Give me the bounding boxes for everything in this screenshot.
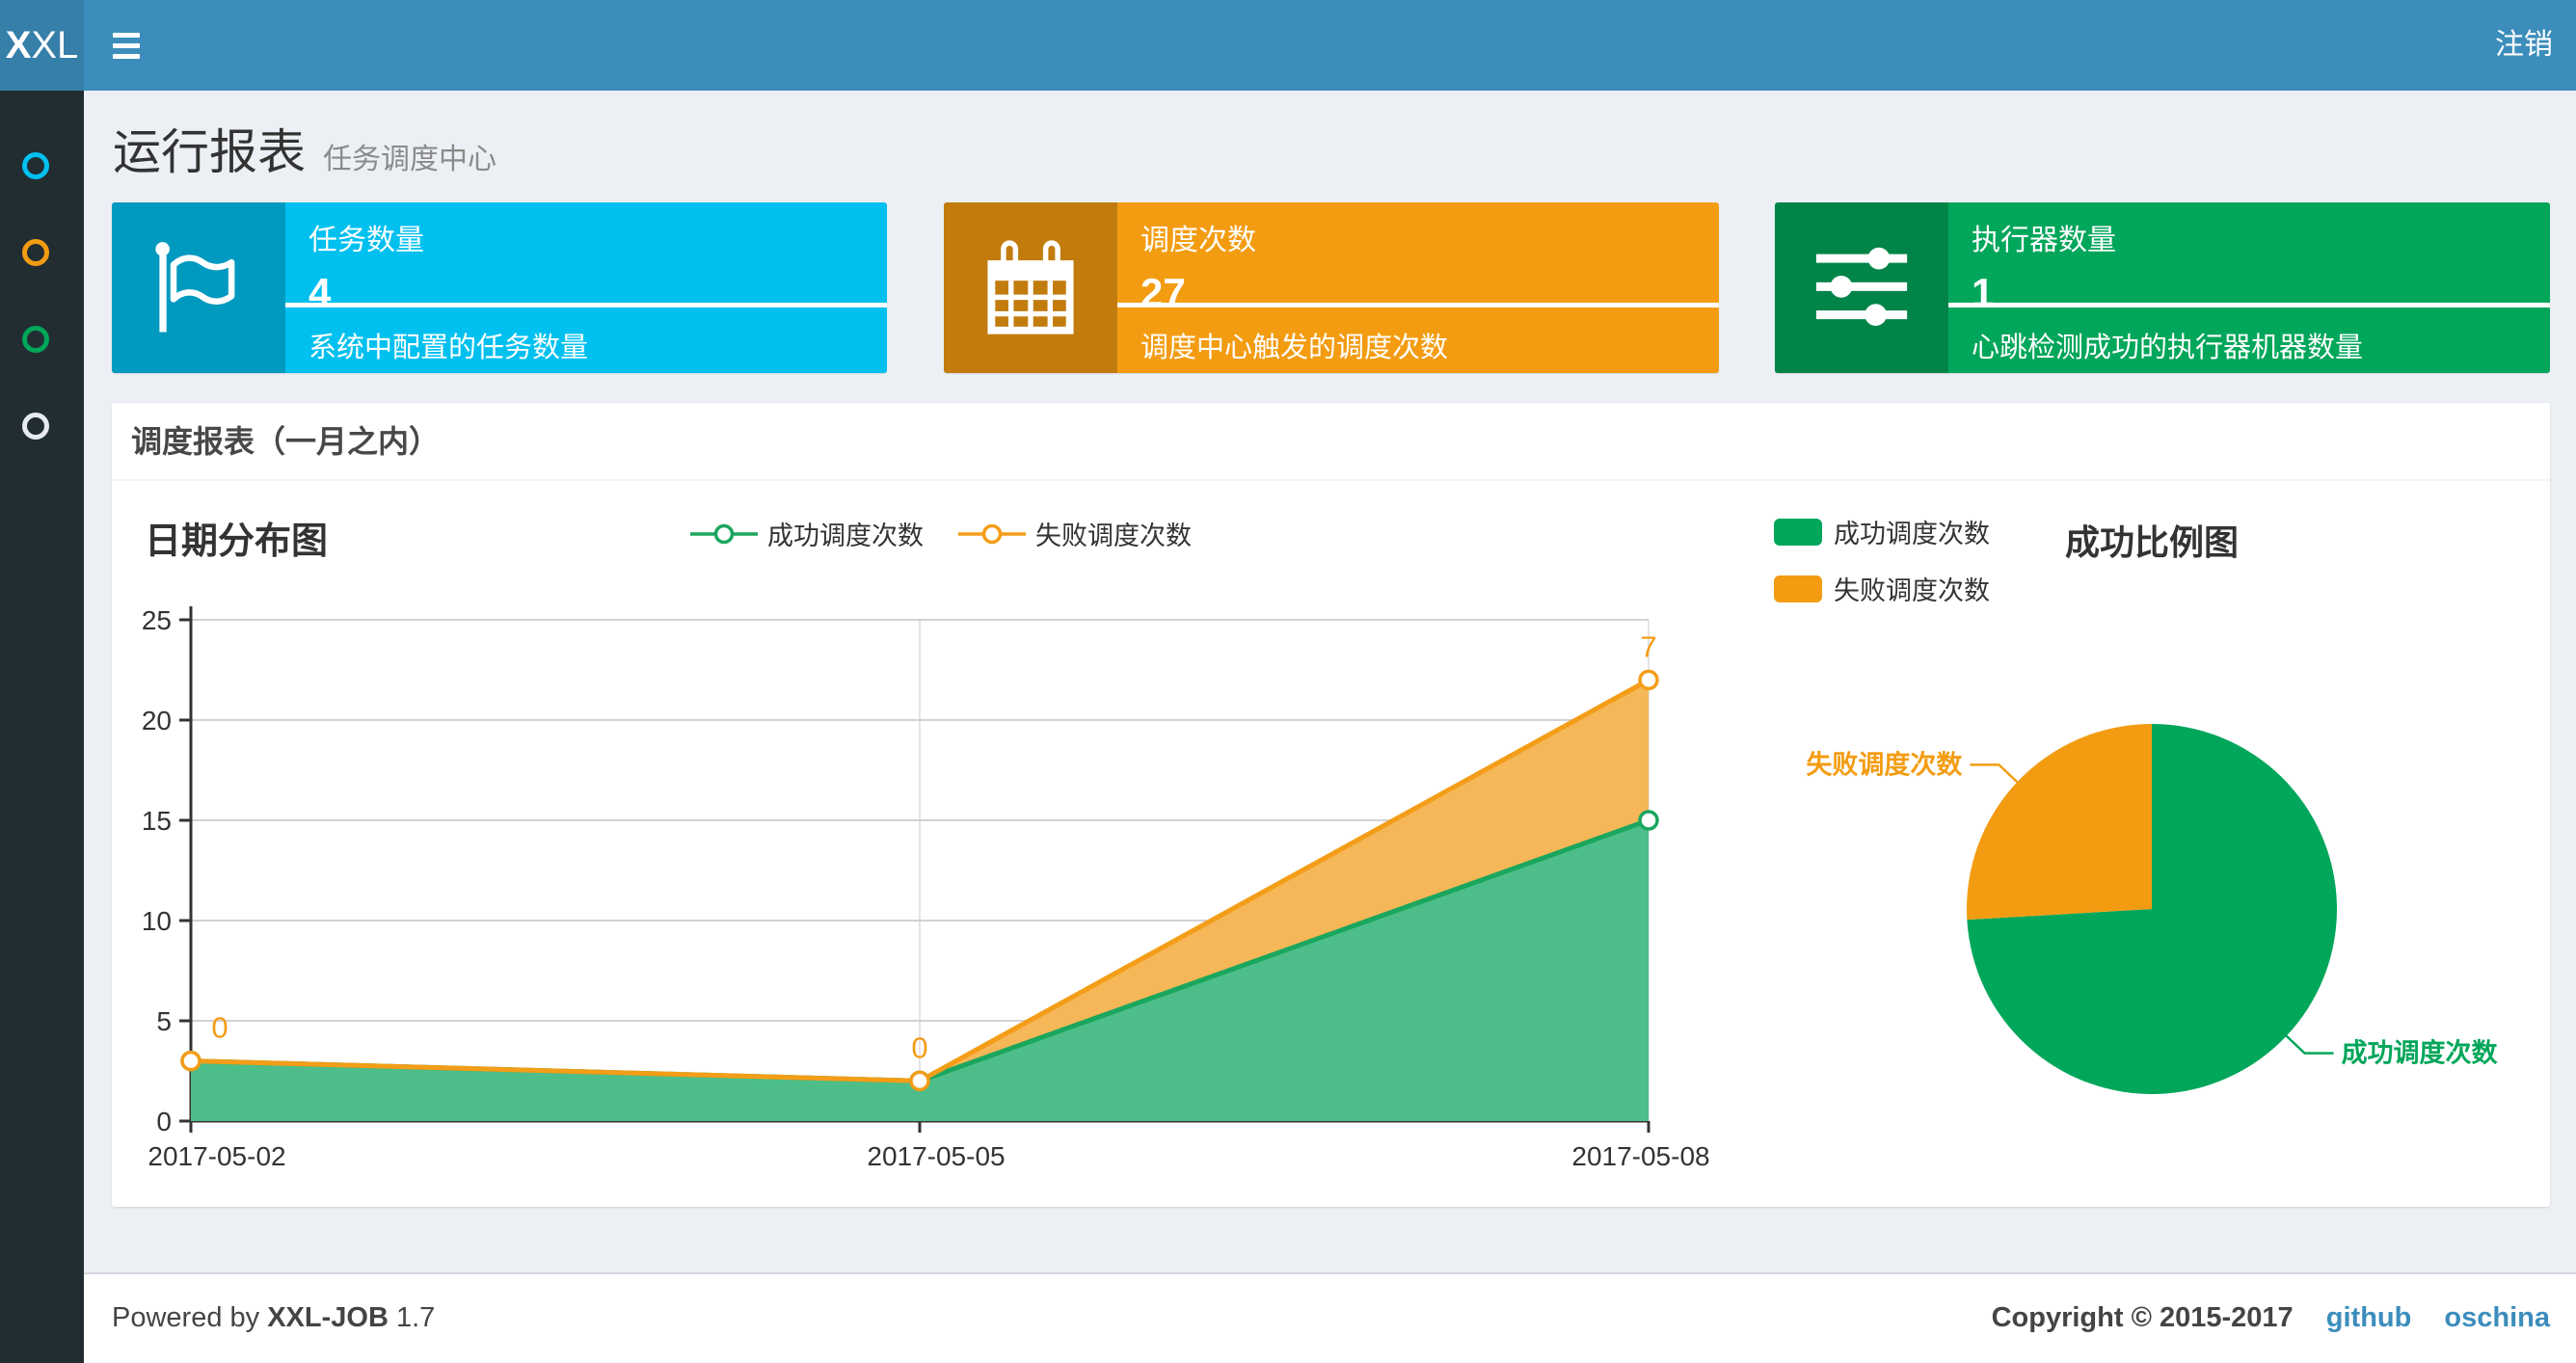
svg-text:20: 20 — [142, 706, 172, 735]
legend-swatch-icon — [1774, 518, 1822, 546]
svg-text:10: 10 — [142, 906, 172, 936]
legend-item-fail[interactable]: 失败调度次数 — [958, 515, 1192, 552]
flag-icon — [112, 202, 285, 373]
sidebar — [0, 91, 84, 1363]
divider — [1948, 303, 2550, 307]
circle-o-icon — [22, 326, 49, 353]
stat-title: 任务数量 — [309, 225, 424, 256]
pie-legend-success[interactable]: 成功调度次数 — [1774, 513, 1990, 550]
stat-title: 调度次数 — [1140, 225, 1256, 256]
xxl-job-dashboard: X XL 注销 运行报表 任务调度中心 任务数量 4 系统中配置的任务数量 调度… — [0, 0, 2576, 1363]
calendar-icon — [944, 202, 1117, 373]
copyright: Copyright © 2015-2017 github oschina — [1992, 1274, 2550, 1361]
navbar: X XL 注销 — [0, 0, 2576, 91]
line-marker-icon — [690, 523, 758, 544]
svg-text:5: 5 — [156, 1006, 172, 1036]
sidebar-item-3[interactable] — [0, 383, 84, 469]
sidebar-item-2[interactable] — [0, 296, 84, 383]
app-logo-text-light: XL — [31, 23, 79, 67]
pie-legend-fail[interactable]: 失败调度次数 — [1774, 570, 1990, 607]
panel-header: 调度报表（一月之内） — [112, 403, 2550, 481]
stat-value: 4 — [309, 270, 332, 315]
stat-description: 系统中配置的任务数量 — [309, 333, 589, 363]
date-distribution-area-chart: 0 5 10 15 20 25 2017-05-02 2017-05-05 2017-05-08… — [142, 605, 1710, 1171]
svg-text:15: 15 — [142, 806, 172, 836]
page-title: 运行报表 — [113, 125, 306, 179]
circle-o-icon — [22, 239, 49, 266]
svg-text:7: 7 — [1640, 629, 1656, 663]
divider — [1117, 303, 1719, 307]
stat-box-executor-count: 执行器数量 1 心跳检测成功的执行器机器数量 — [1775, 202, 2550, 373]
legend-item-success[interactable]: 成功调度次数 — [690, 515, 924, 552]
stat-description: 心跳检测成功的执行器机器数量 — [1972, 333, 2364, 363]
app-logo[interactable]: X XL — [0, 0, 84, 91]
hamburger-menu-icon[interactable] — [95, 0, 157, 91]
line-marker-icon — [958, 523, 1026, 544]
stat-box-job-count: 任务数量 4 系统中配置的任务数量 — [112, 202, 887, 373]
line-chart-legend: 成功调度次数 失败调度次数 — [671, 515, 1211, 552]
sidebar-item-0[interactable] — [0, 122, 84, 209]
svg-text:2017-05-08: 2017-05-08 — [1571, 1141, 1709, 1171]
divider — [285, 303, 887, 307]
stat-box-trigger-count: 调度次数 27 调度中心触发的调度次数 — [944, 202, 1719, 373]
svg-text:成功调度次数: 成功调度次数 — [2342, 1038, 2499, 1068]
stat-title: 执行器数量 — [1972, 225, 2116, 256]
legend-label: 失败调度次数 — [1834, 576, 1990, 605]
stat-description: 调度中心触发的调度次数 — [1140, 333, 1449, 363]
svg-text:0: 0 — [911, 1030, 927, 1064]
copyright-text: Copyright © 2015-2017 — [1991, 1302, 2294, 1333]
circle-o-icon — [22, 152, 49, 179]
legend-label: 成功调度次数 — [767, 521, 924, 550]
page-header: 运行报表 任务调度中心 — [113, 114, 496, 183]
line-chart-title: 日期分布图 — [145, 521, 329, 562]
svg-text:25: 25 — [142, 605, 172, 635]
legend-label: 失败调度次数 — [1035, 521, 1192, 550]
panel-title: 调度报表（一月之内） — [131, 424, 441, 459]
version: 1.7 — [395, 1302, 436, 1333]
powered-by: Powered by XXL-JOB 1.7 — [112, 1302, 436, 1333]
footer: Powered by XXL-JOB 1.7 Copyright © 2015-… — [84, 1272, 2576, 1363]
github-link[interactable]: github — [2326, 1302, 2412, 1333]
dispatch-report-panel: 调度报表（一月之内） 日期分布图 成功调度次数 失败调度次数 0 5 10 15 20 2… — [112, 403, 2550, 1207]
svg-text:2017-05-02: 2017-05-02 — [148, 1141, 285, 1171]
svg-text:2017-05-05: 2017-05-05 — [867, 1141, 1005, 1171]
legend-label: 成功调度次数 — [1834, 520, 1990, 548]
pie-chart-title: 成功比例图 — [2065, 522, 2240, 562]
page-subtitle: 任务调度中心 — [323, 144, 496, 175]
circle-o-icon — [22, 413, 49, 440]
svg-text:失败调度次数: 失败调度次数 — [1806, 749, 1963, 779]
svg-text:0: 0 — [156, 1107, 172, 1136]
sidebar-item-1[interactable] — [0, 209, 84, 296]
stat-value: 1 — [1972, 270, 1995, 315]
sliders-icon — [1775, 202, 1948, 373]
legend-swatch-icon — [1774, 575, 1822, 602]
pie-chart-legend: 成功调度次数 失败调度次数 — [1774, 513, 1990, 627]
svg-text:0: 0 — [211, 1011, 228, 1045]
app-logo-text-bold: X — [5, 23, 32, 67]
brand-name: XXL-JOB — [267, 1302, 389, 1333]
success-ratio-pie-chart: 成功调度次数 失败调度次数 — [1806, 724, 2499, 1094]
logout-link[interactable]: 注销 — [2495, 0, 2553, 91]
oschina-link[interactable]: oschina — [2444, 1302, 2550, 1333]
stat-value: 27 — [1140, 270, 1186, 315]
